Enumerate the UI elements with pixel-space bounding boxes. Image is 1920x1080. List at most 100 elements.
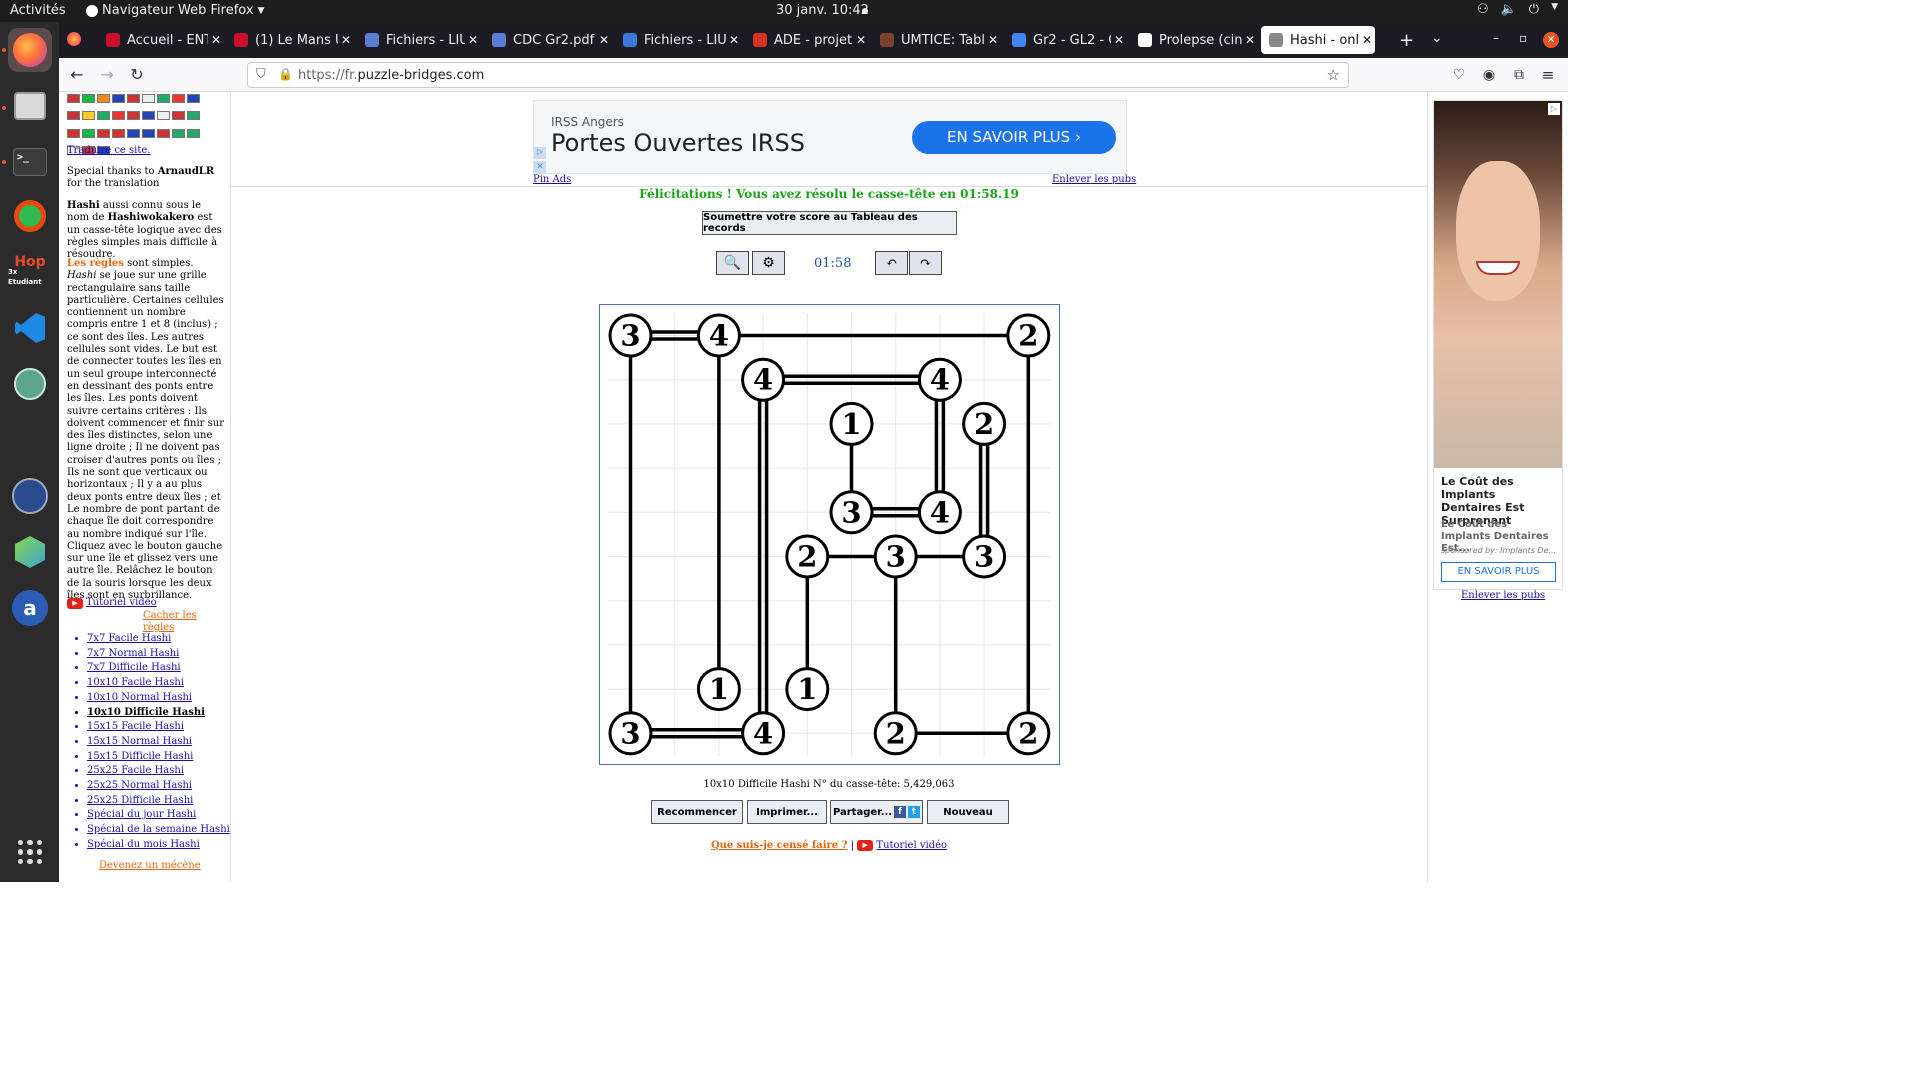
level-link[interactable]: 15x15 Difficile Hashi xyxy=(87,750,230,765)
island[interactable]: 4 xyxy=(917,357,962,402)
flag-icon[interactable] xyxy=(187,94,200,103)
level-link[interactable]: 10x10 Facile Hashi xyxy=(87,676,230,691)
island[interactable]: 4 xyxy=(917,490,962,535)
extensions-icon[interactable]: ⧉ xyxy=(1507,64,1531,86)
forward-icon[interactable]: → xyxy=(95,64,119,86)
island[interactable]: 3 xyxy=(829,490,874,535)
files-launcher[interactable] xyxy=(8,84,52,128)
pin-ads-link[interactable]: Pin Ads xyxy=(533,174,571,185)
app-menu[interactable]: Navigateur Web Firefox ▼ xyxy=(86,3,264,18)
tab-4[interactable]: CDC Gr2.pdf - L✕ xyxy=(484,26,612,54)
remove-ads-link-top[interactable]: Enlever les pubs xyxy=(1052,174,1136,185)
island[interactable]: 2 xyxy=(962,401,1007,446)
flag-icon[interactable] xyxy=(112,94,125,103)
twitter-icon[interactable]: t xyxy=(908,806,921,818)
tab-6[interactable]: ADE - projet un✕ xyxy=(745,26,869,54)
tab-close-icon[interactable]: ✕ xyxy=(338,33,354,47)
tab-close-icon[interactable]: ✕ xyxy=(1111,33,1127,47)
app-launcher-hop[interactable]: Hop 3x Etudiant xyxy=(8,250,52,294)
app-launcher-1[interactable] xyxy=(8,194,52,238)
tab-2[interactable]: (1) Le Mans Uni✕ xyxy=(226,26,354,54)
clock[interactable]: 30 janv. 10:42 xyxy=(776,3,869,18)
top-ad-banner[interactable]: IRSS Angers Portes Ouvertes IRSS EN SAVO… xyxy=(533,100,1127,174)
print-button[interactable]: Imprimer... xyxy=(747,800,827,824)
flag-icon[interactable] xyxy=(157,128,170,138)
level-link[interactable]: 15x15 Facile Hashi xyxy=(87,720,230,735)
flag-icon[interactable] xyxy=(172,94,185,103)
system-tray[interactable]: ⚇ 🔈 ⏻ ▼ xyxy=(1477,2,1558,17)
island[interactable]: 3 xyxy=(608,313,653,358)
tab-9[interactable]: Prolepse (ciném✕ xyxy=(1130,26,1258,54)
show-apps-button[interactable] xyxy=(8,830,52,874)
ad-choice-icon[interactable]: ▷ xyxy=(1548,103,1560,115)
url-bar[interactable]: ⛉ 🔒 https://fr.puzzle-bridges.com ☆ xyxy=(247,62,1349,88)
island[interactable]: 3 xyxy=(608,711,653,756)
footer-video-link[interactable]: Tutoriel vidéo xyxy=(876,840,947,851)
reload-icon[interactable]: ↻ xyxy=(125,64,149,86)
share-button[interactable]: Partager... f t xyxy=(830,800,923,824)
flag-icon[interactable] xyxy=(97,111,110,121)
restart-button[interactable]: Recommencer xyxy=(651,800,743,824)
hide-rules-link[interactable]: Cacher les règles xyxy=(143,610,197,633)
submit-score-button[interactable]: Soumettre votre score au Tableau des rec… xyxy=(702,211,957,235)
flag-icon[interactable] xyxy=(67,94,80,103)
flag-icon[interactable] xyxy=(67,111,80,121)
tab-close-icon[interactable]: ✕ xyxy=(853,33,869,47)
hashi-board[interactable]: 342441234233113422 xyxy=(599,304,1060,765)
remove-ads-link-right[interactable]: Enlever les pubs xyxy=(1461,590,1545,601)
island[interactable]: 1 xyxy=(696,667,741,712)
flag-icon[interactable] xyxy=(142,128,155,138)
minimize-icon[interactable]: – xyxy=(1493,31,1499,45)
island[interactable]: 2 xyxy=(1006,711,1051,756)
flag-icon[interactable] xyxy=(67,128,80,138)
settings-button[interactable]: ⚙ xyxy=(752,251,785,275)
island[interactable]: 4 xyxy=(696,313,741,358)
tab-8[interactable]: Gr2 - GL2 - Goo✕ xyxy=(1004,26,1127,54)
tab-close-icon[interactable]: ✕ xyxy=(1359,33,1375,47)
maximize-icon[interactable]: ▫ xyxy=(1519,31,1527,45)
flag-icon[interactable] xyxy=(97,128,110,138)
ad-close-icon[interactable]: ✕ xyxy=(534,161,546,173)
island[interactable]: 2 xyxy=(1006,313,1051,358)
flag-icon[interactable] xyxy=(112,128,125,138)
what-to-do-link[interactable]: Que suis-je censé faire ? xyxy=(711,840,848,851)
flag-icon[interactable] xyxy=(142,111,155,121)
island[interactable]: 2 xyxy=(785,534,830,579)
level-link[interactable]: 7x7 Facile Hashi xyxy=(87,632,230,647)
account-icon[interactable]: ◉ xyxy=(1477,64,1501,86)
ad-cta-button[interactable]: EN SAVOIR PLUS › xyxy=(912,121,1116,154)
facebook-icon[interactable]: f xyxy=(894,806,907,818)
tab-10[interactable]: Hashi - online p✕ xyxy=(1261,26,1375,54)
island[interactable]: 3 xyxy=(873,534,918,579)
flag-icon[interactable] xyxy=(172,111,185,121)
firefox-launcher[interactable] xyxy=(8,28,52,72)
tab-close-icon[interactable]: ✕ xyxy=(465,33,481,47)
close-window-icon[interactable]: ✕ xyxy=(1543,32,1559,48)
tab-close-icon[interactable]: ✕ xyxy=(985,33,1001,47)
bookmark-star-icon[interactable]: ☆ xyxy=(1327,66,1340,84)
flag-icon[interactable] xyxy=(157,94,170,103)
firefox-view-icon[interactable] xyxy=(67,32,81,46)
zoom-button[interactable]: 🔍 xyxy=(716,251,749,275)
shield-icon[interactable]: ⛉ xyxy=(256,67,266,82)
level-link[interactable]: Spécial du jour Hashi xyxy=(87,808,230,823)
ad-right-cta-button[interactable]: EN SAVOIR PLUS xyxy=(1441,562,1556,582)
level-link[interactable]: 10x10 Normal Hashi xyxy=(87,691,230,706)
lock-icon[interactable]: 🔒 xyxy=(278,67,293,81)
pocket-icon[interactable]: ♡ xyxy=(1447,64,1471,86)
flag-icon[interactable] xyxy=(187,128,200,138)
flag-icon[interactable] xyxy=(172,128,185,138)
anydesk-launcher[interactable]: a xyxy=(8,586,52,630)
island[interactable]: 3 xyxy=(962,534,1007,579)
level-link[interactable]: Spécial du mois Hashi xyxy=(87,838,230,853)
level-link[interactable]: Spécial de la semaine Hashi xyxy=(87,823,230,838)
island[interactable]: 4 xyxy=(741,711,786,756)
flag-icon[interactable] xyxy=(157,111,170,121)
flag-icon[interactable] xyxy=(142,94,155,103)
flag-icon[interactable] xyxy=(82,128,95,138)
flag-icon[interactable] xyxy=(187,111,200,121)
level-link[interactable]: 25x25 Normal Hashi xyxy=(87,779,230,794)
level-link[interactable]: 7x7 Difficile Hashi xyxy=(87,661,230,676)
url-text[interactable]: https://fr.puzzle-bridges.com xyxy=(298,68,484,83)
flag-icon[interactable] xyxy=(97,94,110,103)
